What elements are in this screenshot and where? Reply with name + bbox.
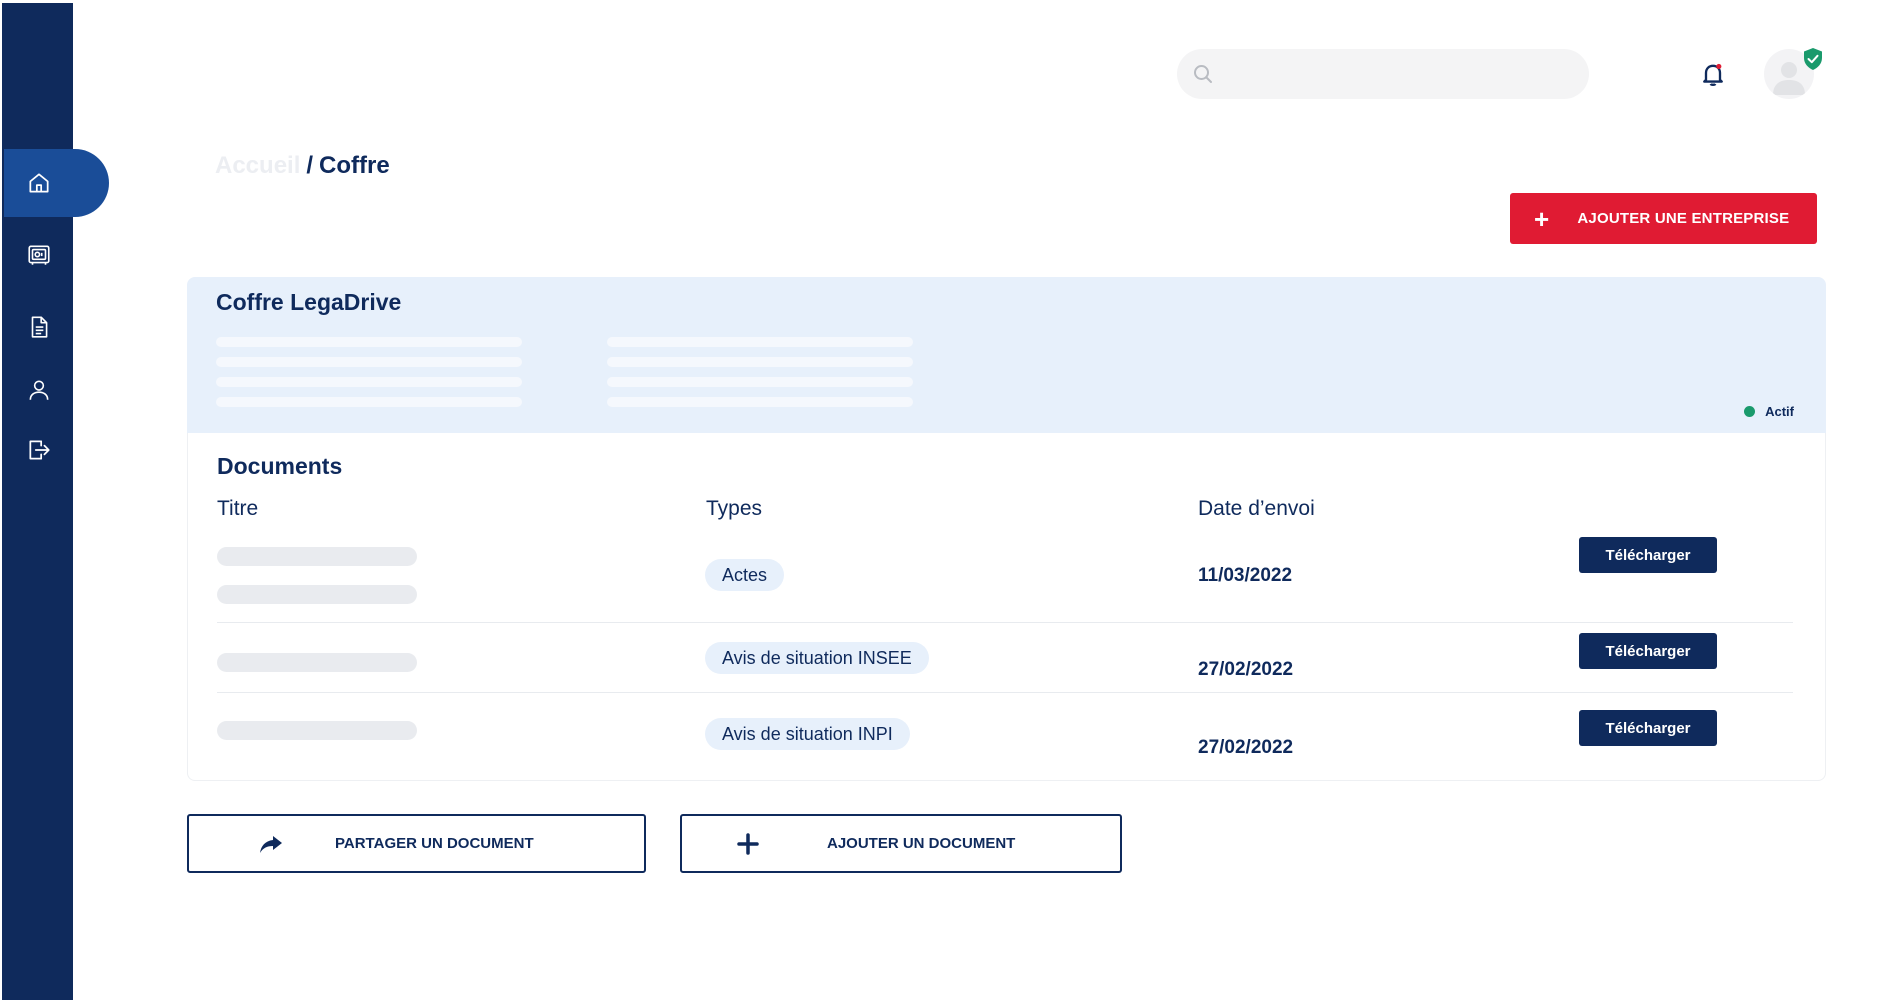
status-badge: Actif: [1744, 404, 1794, 419]
sidebar-active-indicator: [4, 149, 109, 217]
document-icon: [31, 316, 48, 338]
share-arrow-icon: [260, 836, 282, 853]
add-company-button[interactable]: + AJOUTER UNE ENTREPRISE: [1510, 193, 1817, 244]
document-date: 27/02/2022: [1198, 737, 1294, 758]
breadcrumb: Accueil / Coffre: [215, 152, 390, 180]
vault-info-placeholder: [607, 357, 913, 367]
search-input[interactable]: [1225, 59, 1579, 91]
row-divider: [217, 692, 1793, 693]
document-title-placeholder: [217, 585, 417, 604]
sidebar: [2, 3, 109, 1000]
vault-info-placeholder: [216, 397, 522, 407]
sidebar-item-documents[interactable]: [24, 312, 54, 342]
logout-icon: [29, 440, 50, 460]
share-document-label: PARTAGER UN DOCUMENT: [335, 835, 534, 852]
document-date: 27/02/2022: [1198, 659, 1294, 680]
status-label: Actif: [1765, 404, 1794, 419]
vault-title: Coffre LegaDrive: [216, 289, 402, 315]
breadcrumb-separator: /: [306, 152, 314, 179]
download-button[interactable]: Télécharger: [1579, 537, 1717, 573]
download-button[interactable]: Télécharger: [1579, 633, 1717, 669]
vault-icon: [28, 245, 50, 265]
document-type-badge: Avis de situation INSEE: [705, 642, 929, 674]
vault-info-placeholder: [216, 377, 522, 387]
vault-info-placeholder: [607, 377, 913, 387]
document-title-placeholder: [217, 547, 417, 566]
add-document-button[interactable]: AJOUTER UN DOCUMENT: [680, 814, 1122, 873]
breadcrumb-home-link[interactable]: Accueil: [215, 152, 300, 179]
document-date: 11/03/2022: [1198, 565, 1293, 586]
shield-check-icon: [1804, 48, 1822, 70]
document-type-badge: Avis de situation INPI: [705, 718, 910, 750]
document-title-placeholder: [217, 653, 417, 672]
vault-info-placeholder: [607, 337, 913, 347]
sidebar-item-logout[interactable]: [24, 435, 54, 465]
column-header-title: Titre: [217, 497, 259, 520]
sidebar-item-profile[interactable]: [24, 375, 54, 405]
user-icon: [29, 380, 49, 400]
sidebar-item-home[interactable]: [24, 168, 54, 198]
plus-icon: [737, 833, 759, 855]
add-document-label: AJOUTER UN DOCUMENT: [827, 835, 1016, 852]
add-company-label: AJOUTER UNE ENTREPRISE: [1577, 210, 1790, 227]
breadcrumb-current: Coffre: [319, 152, 390, 179]
vault-card: Coffre LegaDrive Actif: [187, 277, 1826, 433]
document-title-placeholder: [217, 721, 417, 740]
home-icon: [29, 173, 49, 193]
document-type-badge: Actes: [705, 559, 785, 591]
documents-card: Documents Titre Types Date d’envoi Actes…: [187, 433, 1826, 781]
vault-info-placeholder: [607, 397, 913, 407]
vault-info-placeholder: [216, 337, 522, 347]
search-icon: [1194, 65, 1212, 83]
vault-info-placeholder: [216, 357, 522, 367]
share-document-button[interactable]: PARTAGER UN DOCUMENT: [187, 814, 646, 873]
status-dot: [1744, 406, 1756, 417]
notifications-button[interactable]: [1699, 60, 1727, 88]
download-button[interactable]: Télécharger: [1579, 710, 1717, 746]
sidebar-item-vault[interactable]: [24, 240, 54, 270]
documents-title: Documents: [217, 453, 343, 479]
row-divider: [217, 622, 1793, 623]
column-header-date: Date d’envoi: [1198, 497, 1315, 520]
search-bar[interactable]: [1177, 49, 1589, 99]
bell-icon: [1703, 63, 1723, 86]
plus-icon: +: [1534, 203, 1550, 234]
column-header-types: Types: [706, 497, 763, 520]
